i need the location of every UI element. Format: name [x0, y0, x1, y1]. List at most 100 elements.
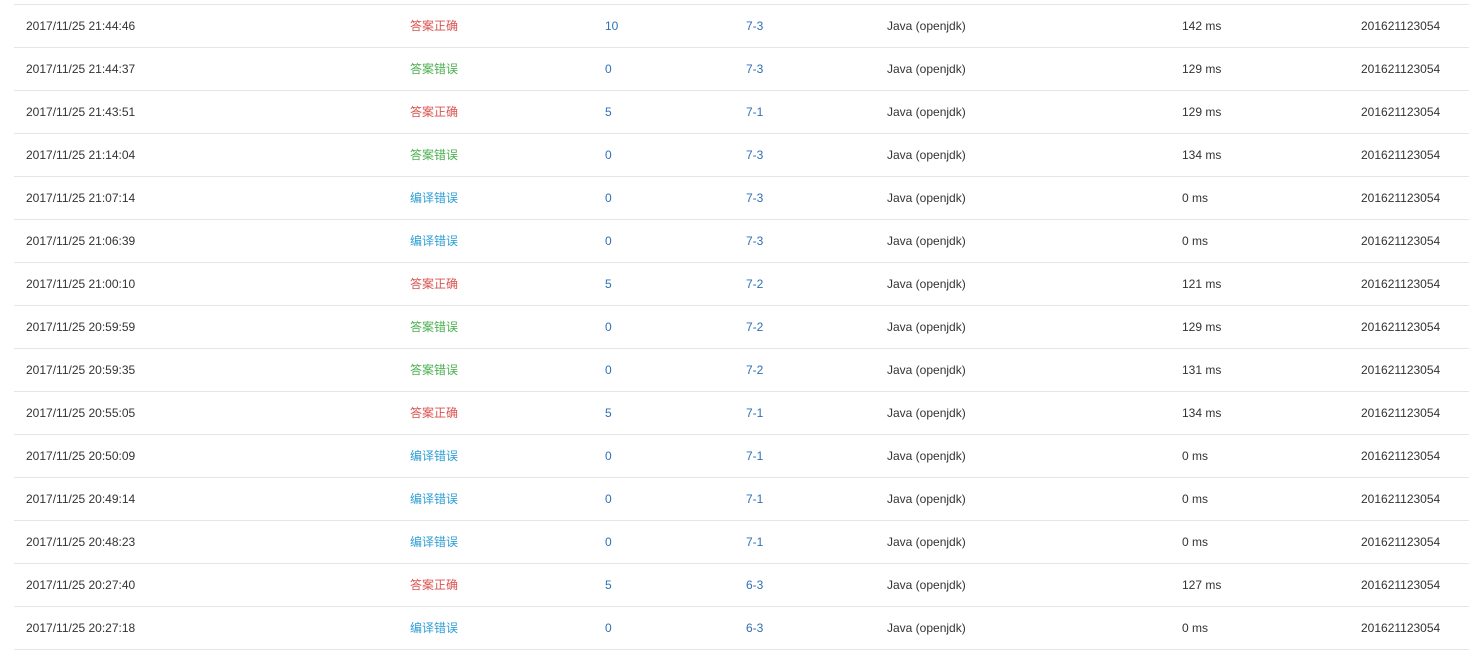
language-label: Java (openjdk) [887, 19, 966, 33]
status-label[interactable]: 编译错误 [410, 177, 458, 219]
problem-link[interactable]: 7-3 [746, 134, 763, 176]
table-row: 2017/11/25 20:27:40 答案正确 5 6-3 Java (openjdk… [14, 564, 1469, 607]
user-id: 201621123054 [1361, 62, 1441, 76]
score-value: 0 [605, 320, 612, 334]
run-time: 134 ms [1182, 406, 1222, 420]
problem-link[interactable]: 7-1 [746, 478, 763, 520]
score-value: 0 [605, 191, 612, 205]
user-id: 201621123054 [1361, 277, 1441, 291]
submit-time: 2017/11/25 21:43:51 [26, 105, 136, 119]
language-label: Java (openjdk) [887, 406, 966, 420]
problem-link[interactable]: 7-1 [746, 521, 763, 563]
run-time: 129 ms [1182, 320, 1222, 334]
problem-link[interactable]: 7-1 [746, 91, 763, 133]
language-label: Java (openjdk) [887, 234, 966, 248]
table-row: 2017/11/25 21:43:51 答案正确 5 7-1 Java (openjdk… [14, 91, 1469, 134]
problem-link[interactable]: 7-3 [746, 5, 763, 47]
user-id: 201621123054 [1361, 535, 1441, 549]
user-id: 201621123054 [1361, 320, 1441, 334]
user-id: 201621123054 [1361, 105, 1441, 119]
run-time: 0 ms [1182, 621, 1209, 635]
submit-time: 2017/11/25 21:06:39 [26, 234, 136, 248]
submit-time: 2017/11/25 20:27:40 [26, 578, 136, 592]
user-id: 201621123054 [1361, 148, 1441, 162]
problem-link[interactable]: 7-3 [746, 220, 763, 262]
score-value: 0 [605, 449, 612, 463]
run-time: 134 ms [1182, 148, 1222, 162]
language-label: Java (openjdk) [887, 535, 966, 549]
score-value: 0 [605, 363, 612, 377]
submit-time: 2017/11/25 20:55:05 [26, 406, 136, 420]
user-id: 201621123054 [1361, 492, 1441, 506]
status-label[interactable]: 答案错误 [410, 306, 458, 348]
language-label: Java (openjdk) [887, 62, 966, 76]
problem-link[interactable]: 7-2 [746, 349, 763, 391]
problem-link[interactable]: 7-2 [746, 263, 763, 305]
status-label[interactable]: 编译错误 [410, 607, 458, 649]
user-id: 201621123054 [1361, 19, 1441, 33]
language-label: Java (openjdk) [887, 148, 966, 162]
status-label[interactable]: 答案错误 [410, 349, 458, 391]
problem-link[interactable]: 7-2 [746, 306, 763, 348]
submit-time: 2017/11/25 20:48:23 [26, 535, 136, 549]
problem-link[interactable]: 7-1 [746, 392, 763, 434]
problem-link[interactable]: 7-3 [746, 48, 763, 90]
run-time: 129 ms [1182, 62, 1222, 76]
run-time: 127 ms [1182, 578, 1222, 592]
score-value: 5 [605, 406, 612, 420]
score-value: 0 [605, 492, 612, 506]
problem-link[interactable]: 7-1 [746, 435, 763, 477]
score-value: 0 [605, 234, 612, 248]
submissions-table: 2017/11/25 21:44:46 答案正确 10 7-3 Java (openjd… [14, 4, 1469, 650]
status-label[interactable]: 答案正确 [410, 91, 458, 133]
user-id: 201621123054 [1361, 578, 1441, 592]
submit-time: 2017/11/25 21:14:04 [26, 148, 136, 162]
status-label[interactable]: 编译错误 [410, 220, 458, 262]
score-value: 5 [605, 105, 612, 119]
language-label: Java (openjdk) [887, 320, 966, 334]
language-label: Java (openjdk) [887, 277, 966, 291]
table-row: 2017/11/25 20:27:18 编译错误 0 6-3 Java (openjdk… [14, 607, 1469, 650]
table-row: 2017/11/25 21:44:37 答案错误 0 7-3 Java (openjdk… [14, 48, 1469, 91]
table-row: 2017/11/25 21:06:39 编译错误 0 7-3 Java (openjdk… [14, 220, 1469, 263]
run-time: 142 ms [1182, 19, 1222, 33]
table-row: 2017/11/25 20:59:35 答案错误 0 7-2 Java (openjdk… [14, 349, 1469, 392]
run-time: 0 ms [1182, 449, 1209, 463]
status-label[interactable]: 答案错误 [410, 134, 458, 176]
score-value: 0 [605, 148, 612, 162]
submit-time: 2017/11/25 20:49:14 [26, 492, 136, 506]
user-id: 201621123054 [1361, 449, 1441, 463]
run-time: 131 ms [1182, 363, 1222, 377]
score-value: 0 [605, 535, 612, 549]
language-label: Java (openjdk) [887, 191, 966, 205]
problem-link[interactable]: 6-3 [746, 607, 763, 649]
table-row: 2017/11/25 20:50:09 编译错误 0 7-1 Java (openjdk… [14, 435, 1469, 478]
run-time: 0 ms [1182, 535, 1209, 549]
table-row: 2017/11/25 20:49:14 编译错误 0 7-1 Java (openjdk… [14, 478, 1469, 521]
score-value: 5 [605, 578, 612, 592]
run-time: 0 ms [1182, 492, 1209, 506]
status-label[interactable]: 答案正确 [410, 564, 458, 606]
status-label[interactable]: 答案正确 [410, 263, 458, 305]
status-label[interactable]: 编译错误 [410, 478, 458, 520]
problem-link[interactable]: 6-3 [746, 564, 763, 606]
table-row: 2017/11/25 20:48:23 编译错误 0 7-1 Java (openjdk… [14, 521, 1469, 564]
user-id: 201621123054 [1361, 621, 1441, 635]
table-row: 2017/11/25 21:07:14 编译错误 0 7-3 Java (openjdk… [14, 177, 1469, 220]
status-label[interactable]: 答案正确 [410, 392, 458, 434]
submit-time: 2017/11/25 20:59:35 [26, 363, 136, 377]
problem-link[interactable]: 7-3 [746, 177, 763, 219]
user-id: 201621123054 [1361, 234, 1441, 248]
score-value: 0 [605, 62, 612, 76]
status-label[interactable]: 答案错误 [410, 48, 458, 90]
status-label[interactable]: 编译错误 [410, 435, 458, 477]
score-value: 5 [605, 277, 612, 291]
table-row: 2017/11/25 20:59:59 答案错误 0 7-2 Java (openjdk… [14, 306, 1469, 349]
language-label: Java (openjdk) [887, 105, 966, 119]
language-label: Java (openjdk) [887, 621, 966, 635]
status-label[interactable]: 答案正确 [410, 5, 458, 47]
score-value: 10 [605, 19, 619, 33]
language-label: Java (openjdk) [887, 449, 966, 463]
language-label: Java (openjdk) [887, 363, 966, 377]
status-label[interactable]: 编译错误 [410, 521, 458, 563]
